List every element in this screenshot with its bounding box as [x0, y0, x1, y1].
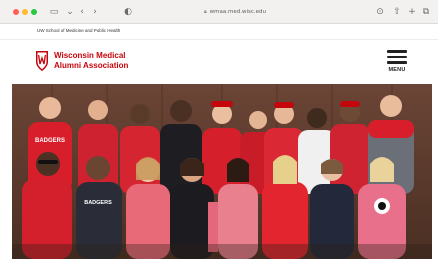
zoom-window-button[interactable] [31, 9, 37, 15]
address-bar[interactable]: 🔒︎ wmaa.med.wisc.edu [150, 5, 320, 19]
close-window-button[interactable] [13, 9, 19, 15]
new-tab-icon[interactable]: + [405, 5, 419, 19]
share-icon[interactable]: ⇧ [390, 5, 404, 19]
hero-group-photo: BADGERS BADGERS [12, 84, 432, 259]
menu-button[interactable]: MENU [382, 50, 412, 76]
uw-crest-logo[interactable] [35, 50, 49, 72]
site-brand-title[interactable]: Wisconsin Medical Alumni Association [54, 51, 194, 71]
forward-icon[interactable]: › [88, 5, 102, 19]
group-photo-illustration: BADGERS BADGERS [12, 84, 432, 259]
back-icon[interactable]: ‹ [75, 5, 89, 19]
privacy-shield-icon[interactable]: ◐ [121, 5, 135, 19]
browser-toolbar: ▭ ⌄ ‹ › ◐ 🔒︎ wmaa.med.wisc.edu ⊙ ⇧ + ⧉ [0, 0, 438, 24]
tab-overview-icon[interactable]: ⧉ [419, 5, 433, 19]
downloads-icon[interactable]: ⊙ [373, 5, 387, 19]
address-bar-url: wmaa.med.wisc.edu [209, 9, 267, 15]
lock-icon: 🔒︎ [203, 9, 207, 15]
brand-line-2: Alumni Association [54, 61, 129, 70]
school-link[interactable]: UW School of Medicine and Public Health [37, 28, 120, 33]
utility-bar: UW School of Medicine and Public Health [0, 24, 438, 40]
sidebar-toggle-icon[interactable]: ▭ [47, 5, 61, 19]
shirt-text: BADGERS [35, 138, 65, 144]
hamburger-icon [387, 50, 407, 53]
shirt-text: BADGERS [84, 200, 112, 206]
menu-label: MENU [388, 66, 406, 73]
brand-line-1: Wisconsin Medical [54, 51, 126, 60]
minimize-window-button[interactable] [22, 9, 28, 15]
site-header: Wisconsin Medical Alumni Association MEN… [0, 40, 438, 84]
